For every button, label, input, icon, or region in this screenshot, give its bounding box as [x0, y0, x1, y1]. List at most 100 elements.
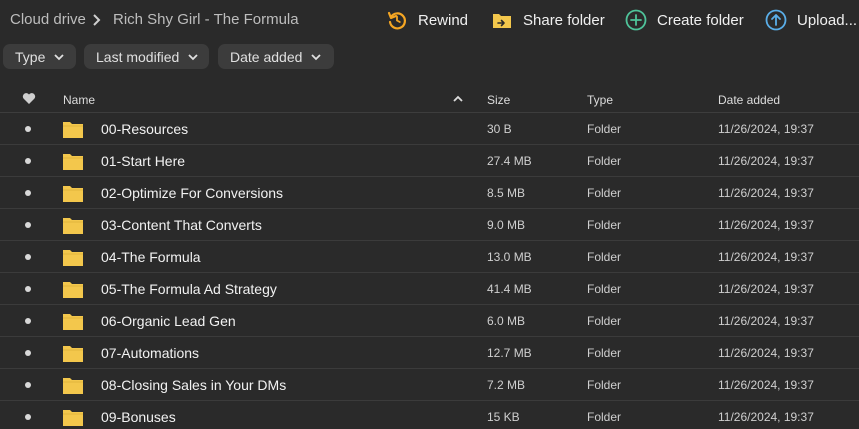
share-folder-icon	[493, 14, 511, 28]
table-row[interactable]: 01-Start Here 27.4 MB Folder 11/26/2024,…	[0, 145, 859, 177]
table-row[interactable]: 02-Optimize For Conversions 8.5 MB Folde…	[0, 177, 859, 209]
folder-icon	[63, 186, 83, 202]
filter-type-dropdown[interactable]: Type	[3, 44, 76, 69]
column-header-size[interactable]: Size	[487, 93, 510, 107]
folder-icon	[63, 282, 83, 298]
column-header-type[interactable]: Type	[587, 93, 613, 107]
row-name: 07-Automations	[101, 345, 200, 361]
share-folder-button[interactable]: Share folder	[491, 8, 605, 32]
chevron-down-icon	[54, 53, 64, 60]
status-dot-icon	[25, 350, 31, 356]
top-bar: Cloud drive Rich Shy Girl - The Formula …	[0, 0, 859, 40]
row-name: 05-The Formula Ad Strategy	[101, 281, 277, 297]
row-name: 00-Resources	[101, 121, 189, 137]
row-name: 04-The Formula	[101, 249, 201, 265]
filter-type-label: Type	[15, 48, 46, 65]
row-size: 7.2 MB	[487, 378, 526, 392]
table-row[interactable]: 05-The Formula Ad Strategy 41.4 MB Folde…	[0, 273, 859, 305]
create-folder-button[interactable]: Create folder	[625, 8, 744, 32]
plus-circle-icon	[625, 9, 647, 31]
folder-icon	[63, 154, 83, 170]
row-date: 11/26/2024, 19:37	[718, 346, 814, 360]
folder-icon	[63, 314, 83, 330]
status-dot-icon	[25, 254, 31, 260]
row-type: Folder	[587, 282, 622, 296]
status-dot-icon	[25, 318, 31, 324]
table-header: Name Size Type Date added	[0, 86, 859, 113]
folder-icon	[63, 250, 83, 266]
row-type: Folder	[587, 218, 622, 232]
chevron-down-icon	[311, 53, 322, 60]
status-dot-icon	[25, 126, 31, 132]
row-size: 12.7 MB	[487, 346, 532, 360]
rewind-icon	[387, 11, 407, 30]
filter-last-modified-dropdown[interactable]: Last modified	[84, 44, 209, 69]
row-size: 30 B	[487, 122, 512, 136]
table-row[interactable]: 03-Content That Converts 9.0 MB Folder 1…	[0, 209, 859, 241]
breadcrumb-root[interactable]: Cloud drive	[10, 11, 86, 28]
row-name: 01-Start Here	[101, 153, 186, 169]
row-date: 11/26/2024, 19:37	[718, 378, 814, 392]
table-row[interactable]: 09-Bonuses 15 KB Folder 11/26/2024, 19:3…	[0, 401, 859, 429]
row-type: Folder	[587, 346, 622, 360]
row-type: Folder	[587, 314, 622, 328]
row-date: 11/26/2024, 19:37	[718, 282, 814, 296]
status-dot-icon	[25, 414, 31, 420]
row-date: 11/26/2024, 19:37	[718, 250, 814, 264]
upload-label: Upload...	[797, 11, 858, 29]
row-date: 11/26/2024, 19:37	[718, 186, 814, 200]
filter-last-modified-label: Last modified	[96, 48, 180, 65]
row-name: 02-Optimize For Conversions	[101, 185, 284, 201]
row-type: Folder	[587, 378, 622, 392]
status-dot-icon	[25, 286, 31, 292]
create-folder-label: Create folder	[657, 11, 744, 29]
table-row[interactable]: 07-Automations 12.7 MB Folder 11/26/2024…	[0, 337, 859, 369]
upload-icon	[765, 9, 787, 31]
row-name: 03-Content That Converts	[101, 217, 262, 233]
status-dot-icon	[25, 190, 31, 196]
folder-icon	[63, 378, 83, 394]
row-date: 11/26/2024, 19:37	[718, 218, 814, 232]
row-type: Folder	[587, 410, 622, 424]
row-type: Folder	[587, 250, 622, 264]
row-date: 11/26/2024, 19:37	[718, 122, 814, 136]
row-type: Folder	[587, 154, 622, 168]
filter-date-added-dropdown[interactable]: Date added	[218, 44, 334, 69]
row-type: Folder	[587, 122, 622, 136]
table-row[interactable]: 00-Resources 30 B Folder 11/26/2024, 19:…	[0, 113, 859, 145]
status-dot-icon	[25, 158, 31, 164]
row-size: 6.0 MB	[487, 314, 526, 328]
sort-ascending-icon[interactable]	[453, 95, 463, 102]
heart-icon[interactable]	[22, 92, 36, 105]
rewind-button[interactable]: Rewind	[386, 8, 468, 32]
chevron-right-icon	[93, 14, 101, 26]
row-size: 27.4 MB	[487, 154, 532, 168]
row-date: 11/26/2024, 19:37	[718, 154, 814, 168]
folder-icon	[63, 122, 83, 138]
status-dot-icon	[25, 382, 31, 388]
folder-icon	[63, 410, 83, 426]
status-dot-icon	[25, 222, 31, 228]
column-header-date-added[interactable]: Date added	[718, 93, 780, 107]
row-name: 08-Closing Sales in Your DMs	[101, 377, 287, 393]
row-size: 8.5 MB	[487, 186, 526, 200]
folder-icon	[63, 346, 83, 362]
row-name: 06-Organic Lead Gen	[101, 313, 236, 329]
row-type: Folder	[587, 186, 622, 200]
column-header-name[interactable]: Name	[63, 93, 95, 107]
rewind-label: Rewind	[418, 11, 469, 29]
chevron-down-icon	[188, 53, 198, 60]
row-size: 41.4 MB	[487, 282, 532, 296]
row-date: 11/26/2024, 19:37	[718, 410, 814, 424]
table-row[interactable]: 06-Organic Lead Gen 6.0 MB Folder 11/26/…	[0, 305, 859, 337]
share-folder-label: Share folder	[523, 11, 605, 29]
row-size: 15 KB	[487, 410, 520, 424]
upload-button[interactable]: Upload...	[765, 8, 857, 32]
folder-icon	[63, 218, 83, 234]
row-date: 11/26/2024, 19:37	[718, 314, 814, 328]
row-size: 13.0 MB	[487, 250, 532, 264]
row-name: 09-Bonuses	[101, 409, 176, 425]
table-row[interactable]: 08-Closing Sales in Your DMs 7.2 MB Fold…	[0, 369, 859, 401]
table-row[interactable]: 04-The Formula 13.0 MB Folder 11/26/2024…	[0, 241, 859, 273]
breadcrumb-current[interactable]: Rich Shy Girl - The Formula	[113, 11, 299, 28]
